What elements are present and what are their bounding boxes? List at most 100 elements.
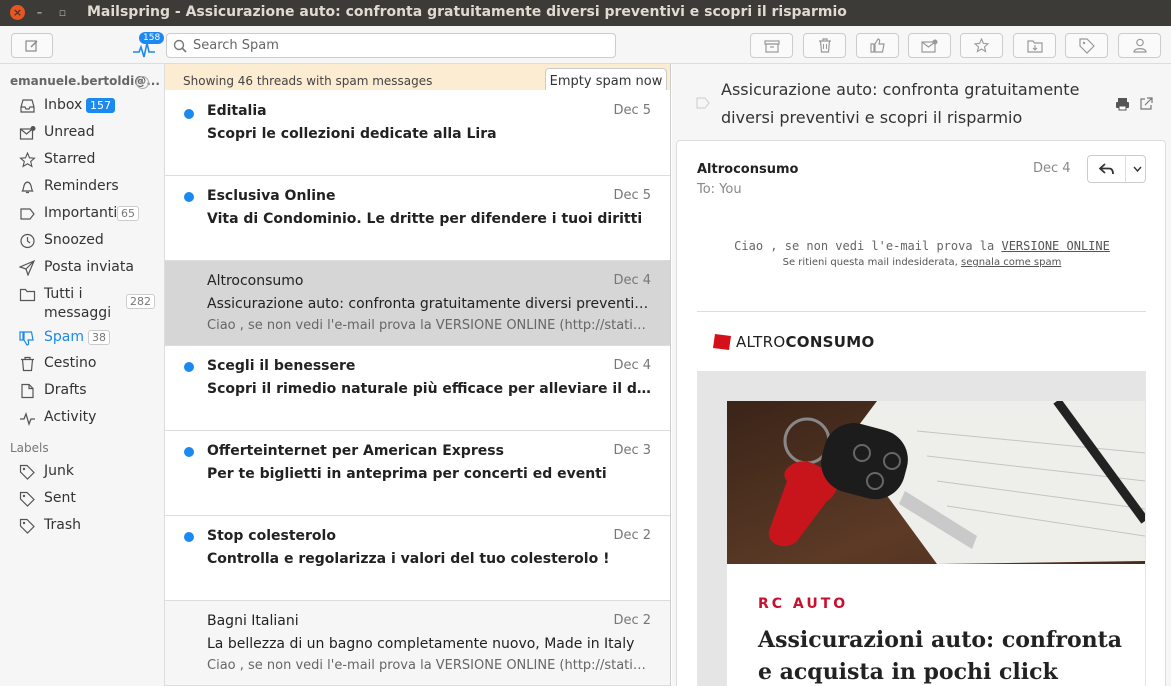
sidebar-item-label: Importanti: [44, 205, 118, 221]
thread-sender: Scegli il benessere: [207, 358, 356, 374]
sidebar-item-unread[interactable]: Unread: [0, 123, 165, 143]
move-to-folder-button[interactable]: [1013, 33, 1056, 58]
thread-date: Dec 5: [613, 188, 651, 203]
labels-section-header: Labels: [10, 441, 49, 455]
thread-row[interactable]: Bagni Italiani Dec 2 La bellezza di un b…: [165, 601, 670, 686]
sidebar-item-label: Posta inviata: [44, 259, 134, 275]
compose-button[interactable]: [11, 33, 53, 58]
sidebar-item-importanti[interactable]: Importanti 65: [0, 204, 165, 224]
thread-sender: Bagni Italiani: [207, 613, 299, 629]
thread-date: Dec 5: [613, 103, 651, 118]
thread-row[interactable]: Offerteinternet per American Express Dec…: [165, 431, 670, 516]
label-icon: [1078, 37, 1095, 54]
sidebar-label-trash[interactable]: Trash: [0, 516, 165, 536]
sidebar-item-cestino[interactable]: Cestino: [0, 354, 165, 374]
sidebar-item-label: Activity: [44, 409, 97, 425]
search-bar[interactable]: [166, 33, 616, 58]
chevron-down-icon[interactable]: [1133, 166, 1142, 172]
sidebar-item-inbox[interactable]: Inbox 157: [0, 96, 165, 116]
window-minimize-button[interactable]: –: [32, 5, 47, 20]
mark-unread-button[interactable]: [908, 33, 951, 58]
activity-icon: [20, 412, 35, 426]
thread-row[interactable]: Stop colesterolo Dec 2 Controlla e regol…: [165, 516, 670, 601]
sidebar-item-label: Spam: [44, 329, 84, 345]
spam-notice-text: Showing 46 threads with spam messages: [183, 74, 433, 88]
sidebar-item-starred[interactable]: Starred: [0, 150, 165, 170]
sidebar-item-label: Junk: [44, 463, 74, 479]
unread-dot-icon[interactable]: [184, 192, 194, 202]
sidebar-item-label: Starred: [44, 151, 96, 167]
thread-row[interactable]: Editalia Dec 5 Scopri le collezioni dedi…: [165, 90, 670, 176]
archive-icon: [763, 39, 780, 53]
contact-icon: [1132, 38, 1147, 53]
trash-button[interactable]: [803, 33, 846, 58]
report-spam-link[interactable]: segnala come spam: [961, 257, 1061, 268]
message-card: Altroconsumo To: You Dec 4 Ciao , se non…: [676, 140, 1166, 686]
unread-dot-icon[interactable]: [184, 447, 194, 457]
activity-indicator[interactable]: 158: [130, 32, 165, 60]
message-reader: Assicurazione auto: confronta gratuitame…: [672, 64, 1171, 686]
thread-snippet: Ciao , se non vedi l'e-mail prova la VER…: [207, 318, 652, 333]
search-icon: [173, 39, 187, 53]
thread-subject: Controlla e regolarizza i valori del tuo…: [207, 551, 610, 567]
thread-date: Dec 2: [613, 528, 651, 543]
archive-button[interactable]: [750, 33, 793, 58]
search-input[interactable]: [193, 38, 593, 53]
thread-subject: Assicurazione auto: confronta gratuitame…: [207, 296, 652, 312]
drafts-icon: [21, 383, 34, 399]
account-chevron-icon[interactable]: [136, 76, 149, 89]
window-titlebar: × – ▫ Mailspring - Assicurazione auto: c…: [0, 0, 1171, 26]
star-button[interactable]: [960, 33, 1003, 58]
not-spam-button[interactable]: [856, 33, 899, 58]
sidebar-item-label: Unread: [44, 124, 95, 140]
reply-button[interactable]: [1087, 155, 1146, 183]
star-icon: [19, 152, 36, 168]
bell-icon: [21, 181, 34, 194]
move-folder-icon: [1026, 39, 1043, 53]
tag-icon: [19, 518, 35, 534]
sidebar: emanuele.bertoldi@... Inbox 157 Unread S…: [0, 64, 165, 686]
folder-count-badge: 65: [117, 206, 139, 221]
star-icon: [974, 38, 989, 53]
thread-sender: Stop colesterolo: [207, 528, 336, 544]
thumbs-up-icon: [869, 38, 885, 53]
sidebar-label-sent[interactable]: Sent: [0, 489, 165, 509]
sidebar-item-label: Reminders: [44, 178, 119, 194]
unread-count-badge: 157: [86, 98, 115, 113]
sidebar-item-tutti-i-messaggi[interactable]: Tutti i messaggi 282: [0, 285, 165, 325]
message-from[interactable]: Altroconsumo: [697, 162, 798, 177]
unread-dot-icon[interactable]: [184, 362, 194, 372]
sidebar-item-label: Sent: [44, 490, 76, 506]
thread-row-selected[interactable]: Altroconsumo Dec 4 Assicurazione auto: c…: [165, 261, 670, 346]
tag-icon: [19, 491, 35, 507]
popout-icon[interactable]: [1139, 97, 1153, 111]
altroconsumo-logo: ALTRO CONSUMO: [712, 333, 875, 351]
sidebar-item-reminders[interactable]: Reminders: [0, 177, 165, 197]
folder-icon: [19, 288, 36, 302]
thread-date: Dec 4: [613, 358, 651, 373]
inbox-icon: [20, 99, 35, 113]
sidebar-item-spam[interactable]: Spam 38: [0, 328, 165, 348]
send-icon: [19, 260, 36, 276]
unread-icon: [19, 126, 36, 140]
reply-icon: [1099, 163, 1114, 175]
sidebar-item-activity[interactable]: Activity: [0, 408, 165, 428]
online-version-link[interactable]: VERSIONE ONLINE: [1001, 239, 1109, 253]
print-icon[interactable]: [1115, 97, 1130, 111]
sidebar-item-snoozed[interactable]: Snoozed: [0, 231, 165, 251]
thread-sender: Editalia: [207, 103, 267, 119]
unread-dot-icon[interactable]: [184, 109, 194, 119]
window-maximize-button[interactable]: ▫: [55, 5, 70, 20]
window-close-button[interactable]: ×: [10, 5, 25, 20]
label-tag-icon[interactable]: [696, 97, 710, 109]
thread-row[interactable]: Scegli il benessere Dec 4 Scopri il rime…: [165, 346, 670, 431]
sidebar-item-label: Trash: [44, 517, 81, 533]
message-to: To: You: [697, 182, 742, 197]
sidebar-item-drafts[interactable]: Drafts: [0, 381, 165, 401]
sidebar-label-junk[interactable]: Junk: [0, 462, 165, 482]
sidebar-item-posta-inviata[interactable]: Posta inviata: [0, 258, 165, 278]
thread-row[interactable]: Esclusiva Online Dec 5 Vita di Condomini…: [165, 176, 670, 261]
unread-dot-icon[interactable]: [184, 532, 194, 542]
contact-sidebar-button[interactable]: [1118, 33, 1161, 58]
apply-label-button[interactable]: [1065, 33, 1108, 58]
